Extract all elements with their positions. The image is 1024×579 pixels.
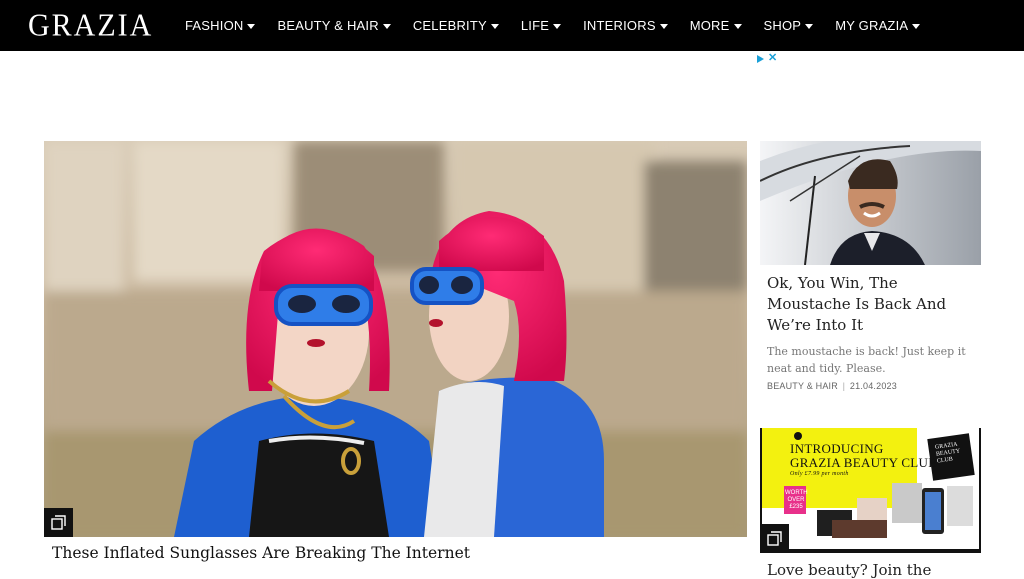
article-card-title[interactable]: Ok, You Win, The Moustache Is Back And W…	[767, 273, 975, 336]
nav-label: BEAUTY & HAIR	[277, 18, 379, 33]
caret-down-icon	[553, 23, 562, 29]
promo-subline: Only £7.99 per month	[790, 471, 849, 477]
nav-label: FASHION	[185, 18, 244, 33]
hero-article-title[interactable]: These Inflated Sunglasses Are Breaking T…	[52, 544, 470, 562]
moustache-photo	[760, 141, 981, 265]
promo-headline-line: INTRODUCING	[790, 441, 884, 456]
promo-headline: INTRODUCING GRAZIA BEAUTY CLUB Only £7.9…	[790, 442, 937, 478]
badge-line: WORTH	[785, 490, 808, 496]
adchoices-icon[interactable]	[757, 54, 764, 63]
gallery-badge[interactable]	[760, 524, 789, 553]
caret-down-icon	[490, 23, 499, 29]
gallery-badge[interactable]	[44, 508, 73, 537]
nav-label: INTERIORS	[583, 18, 656, 33]
nav-item-fashion[interactable]: FASHION	[185, 18, 256, 33]
meta-separator: |	[842, 381, 846, 391]
promo-card-title[interactable]: Love beauty? Join the	[767, 561, 931, 579]
nav-item-celebrity[interactable]: CELEBRITY	[413, 18, 499, 33]
grazia-logo[interactable]: GRAZIA	[28, 8, 153, 44]
nav-label: MY GRAZIA	[835, 18, 909, 33]
hero-photo	[44, 141, 747, 537]
nav-item-beauty-hair[interactable]: BEAUTY & HAIR	[277, 18, 391, 33]
nav-label: SHOP	[763, 18, 802, 33]
caret-down-icon	[733, 23, 742, 29]
nav-item-my-grazia[interactable]: MY GRAZIA	[835, 18, 921, 33]
promo-headline-line: GRAZIA BEAUTY CLUB	[790, 455, 938, 470]
main-nav: FASHION BEAUTY & HAIR CELEBRITY LIFE INT…	[185, 0, 942, 51]
caret-down-icon	[659, 23, 668, 29]
caret-down-icon	[247, 23, 256, 29]
ad-choices[interactable]: ✕	[757, 53, 777, 64]
caret-down-icon	[805, 23, 814, 29]
badge-line: OVER	[787, 497, 805, 503]
promo-mini-logo: GRAZIA BEAUTY CLUB	[935, 441, 962, 465]
nav-item-interiors[interactable]: INTERIORS	[583, 18, 668, 33]
nav-item-life[interactable]: LIFE	[520, 18, 562, 33]
ad-close-icon[interactable]: ✕	[768, 53, 777, 64]
article-category[interactable]: BEAUTY & HAIR	[767, 381, 838, 391]
nav-item-more[interactable]: MORE	[690, 18, 742, 33]
gallery-icon	[767, 531, 782, 546]
article-date: 21.04.2023	[849, 381, 897, 391]
nav-label: CELEBRITY	[412, 18, 487, 33]
nav-item-shop[interactable]: SHOP	[764, 18, 814, 33]
caret-down-icon	[912, 23, 921, 29]
promo-banner: INTRODUCING GRAZIA BEAUTY CLUB Only £7.9…	[762, 428, 979, 549]
promo-card-beauty-club[interactable]: INTRODUCING GRAZIA BEAUTY CLUB Only £7.9…	[760, 428, 981, 553]
gallery-icon	[51, 515, 66, 530]
nav-label: LIFE	[520, 18, 550, 33]
article-card-description: The moustache is back! Just keep it neat…	[767, 345, 966, 375]
hero-article-image[interactable]	[44, 141, 747, 537]
nav-label: MORE	[689, 18, 730, 33]
top-navigation-bar: GRAZIA FASHION BEAUTY & HAIR CELEBRITY L…	[0, 0, 1024, 51]
article-card-moustache[interactable]: Ok, You Win, The Moustache Is Back And W…	[760, 141, 981, 391]
article-card-meta: BEAUTY & HAIR | 21.04.2023	[767, 381, 981, 391]
caret-down-icon	[382, 23, 391, 29]
article-card-image[interactable]	[760, 141, 981, 265]
badge-line: £235	[789, 504, 803, 510]
promo-worth-badge: WORTH OVER £235	[785, 490, 808, 511]
